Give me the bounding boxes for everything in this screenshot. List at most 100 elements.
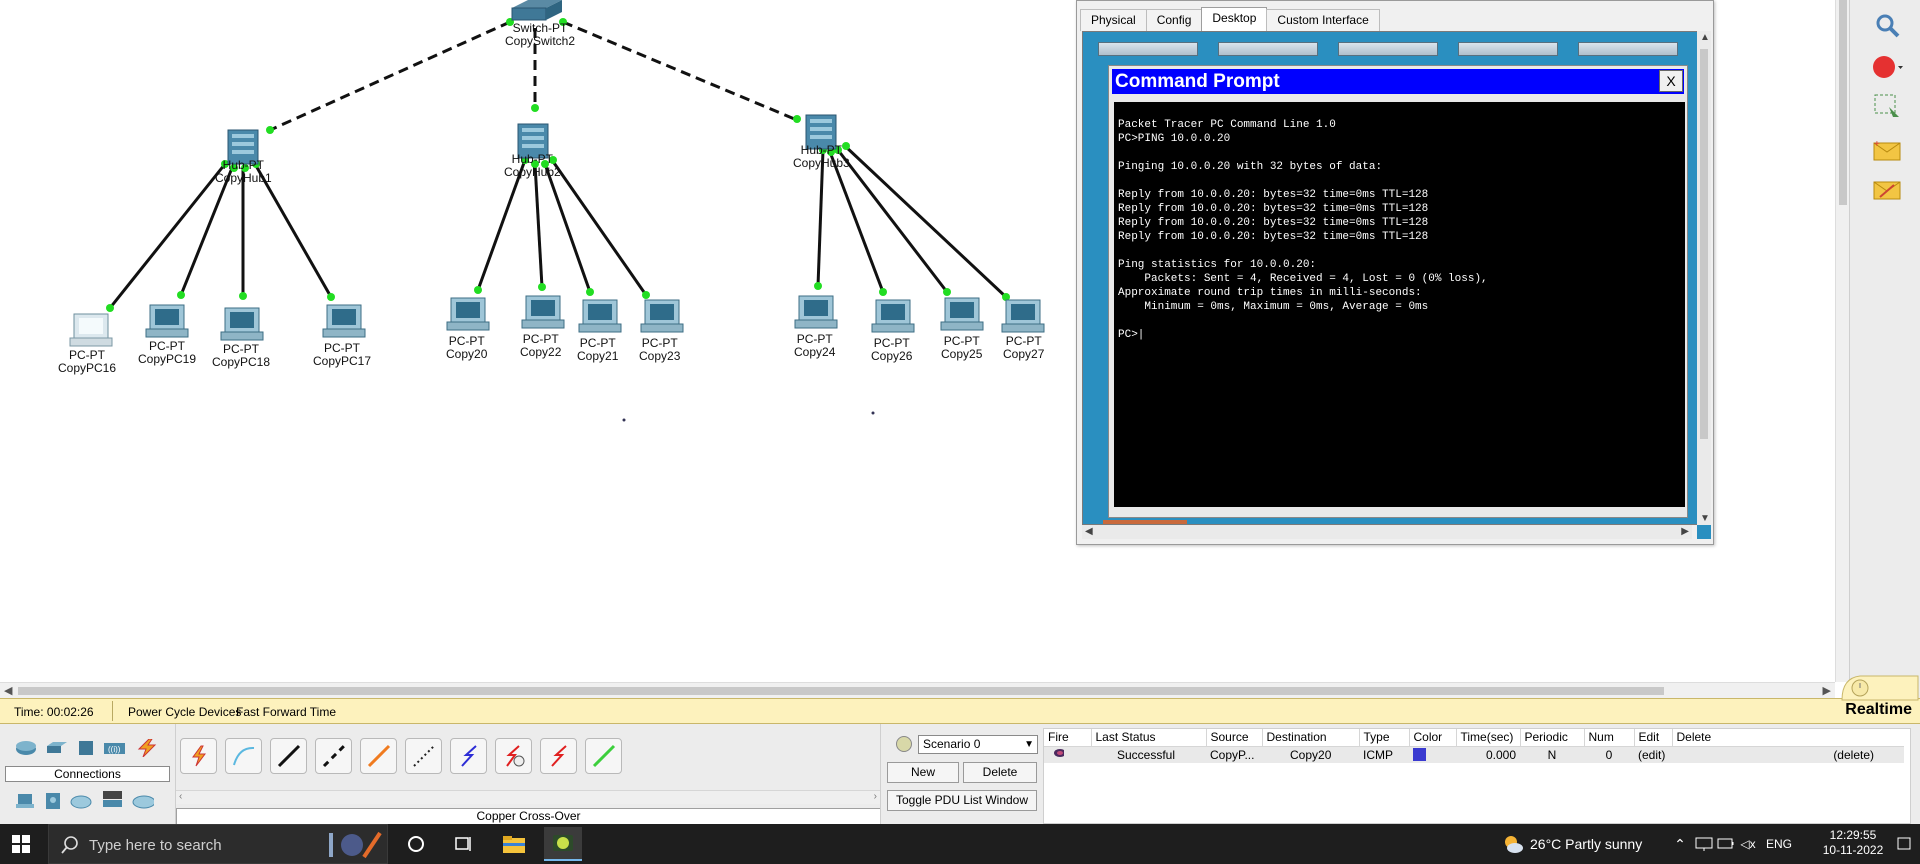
column-header[interactable]: Destination (1262, 729, 1360, 747)
cortana-icon[interactable] (404, 830, 428, 858)
speaker-muted-icon[interactable]: ◁x (1738, 830, 1758, 858)
add-complex-pdu-icon[interactable] (1870, 174, 1904, 204)
column-header[interactable]: Color (1409, 729, 1457, 747)
info-icon[interactable] (896, 736, 912, 752)
column-header[interactable]: Delete (1672, 729, 1904, 747)
wireless-devices-icon[interactable]: ((i)) (103, 739, 125, 757)
realtime-mode-label[interactable]: Realtime (1845, 701, 1912, 724)
copper-straight-through-icon[interactable] (270, 738, 307, 774)
network-icon[interactable] (1694, 830, 1714, 858)
link-hub2-pc20[interactable] (476, 159, 527, 291)
fiber-icon[interactable] (360, 738, 397, 774)
console-cable-icon[interactable] (225, 738, 262, 774)
power-cycle-devices-button[interactable]: Power Cycle Devices (128, 705, 241, 719)
chevron-up-icon[interactable]: ⌃ (1670, 830, 1690, 858)
scroll-right-icon[interactable]: ▶ (1823, 684, 1831, 697)
security-icon[interactable] (42, 792, 64, 810)
command-prompt-window[interactable]: Command Prompt X Packet Tracer PC Comman… (1108, 65, 1688, 518)
packet-tracer-taskbar-icon[interactable] (544, 827, 582, 861)
column-header[interactable]: Fire (1044, 729, 1092, 747)
desktop-app-icon[interactable] (1458, 42, 1558, 56)
column-header[interactable]: Source (1206, 729, 1263, 747)
table-row[interactable]: Successful CopyP... Copy20 ICMP 0.000 N … (1044, 746, 1904, 763)
phone-cable-icon[interactable] (405, 738, 442, 774)
routers-icon[interactable] (15, 739, 37, 757)
tab-config[interactable]: Config (1145, 9, 1203, 31)
usb-cable-icon[interactable] (585, 738, 622, 774)
link-switch-hub3[interactable] (562, 20, 798, 122)
fire-cell[interactable] (1044, 746, 1091, 763)
scroll-thumb[interactable] (1700, 49, 1708, 439)
column-header[interactable]: Time(sec) (1456, 729, 1521, 747)
scroll-right-icon[interactable]: ▶ (1681, 526, 1689, 537)
scroll-thumb[interactable] (18, 687, 1664, 695)
delete-scenario-button[interactable]: Delete (963, 762, 1037, 783)
taskbar-search-box[interactable]: Type here to search (48, 824, 388, 864)
scroll-left-icon[interactable]: ◀ (4, 684, 12, 697)
inspect-icon[interactable] (1870, 10, 1904, 40)
toggle-pdu-list-button[interactable]: Toggle PDU List Window (887, 790, 1037, 811)
pdu-list[interactable]: Fire Last Status Source Destination Type… (1043, 728, 1911, 824)
pc-window-horizontal-scrollbar[interactable]: ◀ ▶ (1082, 525, 1692, 539)
scenario-select[interactable]: Scenario 0 ▼ (918, 735, 1038, 754)
link-hub2-pc22[interactable] (533, 163, 544, 288)
delete-record-icon[interactable] (1870, 52, 1904, 82)
weather-text[interactable]: 26°C Partly sunny (1530, 836, 1642, 852)
workspace-vertical-scrollbar[interactable] (1835, 0, 1849, 682)
desktop-app-icon[interactable] (1338, 42, 1438, 56)
add-simple-pdu-icon[interactable]: + (1870, 135, 1904, 165)
realtime-clock-icon[interactable] (1838, 670, 1920, 702)
pc-config-window[interactable]: Physical Config Desktop Custom Interface… (1076, 0, 1714, 545)
hubs-icon[interactable] (75, 739, 97, 757)
cmd-close-button[interactable]: X (1659, 70, 1683, 92)
scroll-left-icon[interactable]: ‹ (179, 791, 182, 802)
tab-desktop[interactable]: Desktop (1201, 7, 1268, 31)
battery-icon[interactable] (1716, 830, 1736, 858)
wan-emulation-icon[interactable] (70, 792, 92, 810)
link-hub3-pc24[interactable] (816, 149, 825, 287)
notifications-icon[interactable] (1894, 830, 1914, 858)
desktop-app-icon[interactable] (1578, 42, 1678, 56)
column-header[interactable]: Last Status (1091, 729, 1207, 747)
serial-dte-icon[interactable] (540, 738, 577, 774)
cmd-console-output[interactable]: Packet Tracer PC Command Line 1.0 PC>PIN… (1114, 102, 1685, 507)
scroll-up-icon[interactable]: ▲ (1700, 32, 1710, 43)
end-devices-icon[interactable] (15, 792, 37, 810)
scroll-down-icon[interactable]: ▼ (1700, 513, 1710, 524)
language-indicator[interactable]: ENG (1766, 837, 1792, 851)
tab-physical[interactable]: Physical (1080, 9, 1147, 31)
switches-icon[interactable] (45, 739, 67, 757)
task-view-icon[interactable] (452, 830, 476, 858)
switch-icon[interactable] (511, 0, 562, 21)
fast-forward-time-button[interactable]: Fast Forward Time (236, 705, 336, 719)
windows-start-icon[interactable] (12, 835, 30, 853)
link-hub1-pc16[interactable] (108, 163, 227, 309)
edit-link[interactable]: (edit) (1634, 746, 1672, 763)
link-switch-hub1[interactable] (267, 20, 511, 133)
pc-window-vertical-scrollbar[interactable]: ▲ ▼ (1697, 31, 1711, 525)
system-clock[interactable]: 12:29:55 10-11-2022 (1814, 828, 1892, 858)
tab-custom-interface[interactable]: Custom Interface (1266, 9, 1380, 31)
delete-link[interactable]: (delete) (1672, 746, 1904, 763)
weather-icon[interactable] (1502, 830, 1524, 858)
desktop-app-icon[interactable] (1218, 42, 1318, 56)
column-header[interactable]: Type (1359, 729, 1410, 747)
new-scenario-button[interactable]: New (887, 762, 959, 783)
link-hub3-pc27[interactable] (843, 144, 1008, 299)
logical-workspace[interactable]: Switch-PT CopySwitch2 Hub-PT CopyHub1 Hub-… (0, 0, 1835, 682)
resize-shape-icon[interactable] (1870, 92, 1904, 122)
copper-cross-over-icon[interactable] (315, 738, 352, 774)
column-header[interactable]: Edit (1634, 729, 1673, 747)
coaxial-cable-icon[interactable] (450, 738, 487, 774)
multiuser-icon[interactable] (132, 792, 154, 810)
connections-icon[interactable] (135, 739, 157, 757)
file-explorer-icon[interactable] (500, 830, 528, 858)
link-hub3-pc25[interactable] (836, 149, 949, 293)
desktop-app-icon[interactable] (1098, 42, 1198, 56)
custom-devices-icon[interactable] (100, 790, 122, 808)
connections-scrollbar[interactable]: ‹ › (176, 790, 880, 804)
scroll-right-icon[interactable]: › (874, 791, 877, 802)
cmd-title-bar[interactable]: Command Prompt X (1112, 69, 1684, 94)
scroll-left-icon[interactable]: ◀ (1085, 526, 1093, 537)
column-header[interactable]: Periodic (1520, 729, 1585, 747)
